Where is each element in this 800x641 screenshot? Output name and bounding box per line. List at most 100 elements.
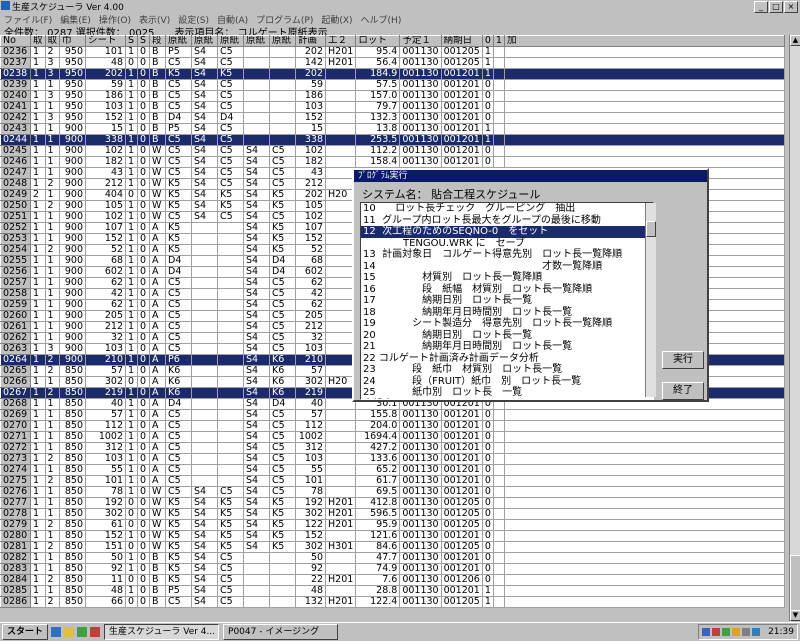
program-list-item[interactable]: 16 段 紙幅 材質別 ロット長一覧降順 <box>361 284 653 296</box>
exit-button[interactable]: 終了 <box>662 382 704 400</box>
menu-item[interactable]: ファイル(F) <box>0 12 56 26</box>
row-number: 0257 <box>0 277 31 289</box>
column-header[interactable]: No <box>0 35 31 47</box>
tray-icon[interactable] <box>722 628 731 636</box>
tray-icon[interactable] <box>742 628 751 636</box>
column-header[interactable]: S <box>137 35 151 47</box>
table-row[interactable]: 0242 1 3 950 152 1 0 B D4 S4 D4 152 132.3 001130 00120… <box>0 112 785 124</box>
program-list-item[interactable]: 10 ロット長チェック グルーピング 抽出 <box>361 203 653 215</box>
menu-item[interactable]: 設定(S) <box>174 12 213 26</box>
table-row[interactable]: 0241 1 1 950 103 1 0 B C5 S4 C5 103 79.7 001130 001201… <box>0 101 785 113</box>
column-header[interactable]: 原紙 <box>165 35 193 47</box>
table-row[interactable]: 0239 1 1 950 59 1 0 B C5 S4 C5 59 57.5 001130 001201 0 <box>0 79 785 91</box>
ie-icon[interactable] <box>51 627 62 637</box>
table-row[interactable]: 0271 1 1 850 1002 1 0 A C5 S4 C5 1002 1694.4 001130 00… <box>0 431 785 443</box>
table-row[interactable]: 0277 1 1 850 192 0 0 W K5 S4 K5 S4 K5 192 H201 412.8 001… <box>0 497 785 509</box>
table-row[interactable]: 0282 1 1 850 50 1 0 B K5 S4 C5 50 47.7 001130 001201 0 <box>0 552 785 564</box>
program-list-item[interactable]: 17 納期日別 ロット長一覧 <box>361 295 653 307</box>
column-header[interactable]: ロット <box>355 35 401 47</box>
table-row[interactable]: 0283 1 1 850 92 1 0 B K5 S4 C5 92 74.9 001130 001201 0 <box>0 563 785 575</box>
column-header[interactable]: 予定１ <box>399 35 442 47</box>
column-header[interactable]: シート <box>85 35 127 47</box>
program-list-item[interactable]: 11 グループ内ロット長最大をグループの最後に移動 <box>361 215 653 227</box>
program-list-scrollbar[interactable] <box>645 203 656 397</box>
desktop-icon[interactable] <box>77 627 88 637</box>
program-list-item[interactable]: 20 納期日別 ロット長一覧 <box>361 330 653 342</box>
program-list[interactable]: 10 ロット長チェック グルーピング 抽出 11 グループ内ロット長最大をグループ… <box>360 202 654 400</box>
table-row[interactable]: 0269 1 1 850 57 1 0 A C5 S4 C5 57 155.8 001130 001201 0 <box>0 409 785 421</box>
table-row[interactable]: 0273 1 2 850 103 1 0 A C5 S4 C5 103 133.6 001130 00120… <box>0 453 785 465</box>
task-scheduler[interactable]: 生産スケジューラ Ver 4... <box>104 624 220 640</box>
table-row[interactable]: 0272 1 1 850 312 1 0 A C5 S4 C5 312 427.2 001130 00120… <box>0 442 785 454</box>
tray-icon[interactable] <box>732 628 741 636</box>
column-header[interactable]: 原紙 <box>243 35 271 47</box>
table-row[interactable]: 0275 1 2 850 101 1 0 A C5 S4 C5 101 61.7 001130 001201… <box>0 475 785 487</box>
explorer-icon[interactable] <box>64 627 75 637</box>
table-row[interactable]: 0284 1 2 850 11 0 0 B K5 S4 C5 22 H201 7.6 001130 00120… <box>0 574 785 586</box>
menu-item[interactable]: ヘルプ(H) <box>357 12 406 26</box>
quicklaunch-icon[interactable] <box>90 627 101 637</box>
table-row[interactable]: 0279 1 2 850 61 0 0 W K5 S4 K5 S4 K5 122 H201 95.9 00113… <box>0 519 785 531</box>
column-header[interactable]: 0 <box>481 35 494 47</box>
table-row[interactable]: 0240 1 3 950 186 1 0 B C5 S4 C5 186 157.0 001130 00120… <box>0 90 785 102</box>
column-header[interactable]: 加 <box>503 35 785 47</box>
grid-scrollbar[interactable]: ▲ ▼ <box>789 35 800 635</box>
scroll-down-icon[interactable]: ▼ <box>790 610 800 621</box>
tray-icon[interactable] <box>752 628 761 636</box>
column-header[interactable]: 1 <box>492 35 505 47</box>
column-header[interactable]: 取 <box>44 35 61 47</box>
table-row[interactable]: 0270 1 1 850 112 1 0 A C5 S4 C5 112 204.0 001130 00120… <box>0 420 785 432</box>
program-list-item[interactable]: 21 納期年月日時間別 ロット長一覧 <box>361 341 653 353</box>
table-row[interactable]: 0243 1 1 900 15 1 0 B P5 S4 C5 15 13.8 001130 001201 1 <box>0 123 785 135</box>
start-button[interactable]: スタート <box>2 624 49 640</box>
table-row[interactable]: 0245 1 1 900 102 1 0 W C5 S4 C5 S4 C5 102 112.2 001130 0… <box>0 145 785 157</box>
column-header[interactable]: 原紙 <box>217 35 245 47</box>
program-list-item[interactable]: 13 計画対象日 コルゲート得意先別 ロット長一覧降順 <box>361 249 653 261</box>
menu-item[interactable]: 編集(E) <box>56 12 95 26</box>
task-imaging[interactable]: P0047 - イメージング <box>223 624 339 640</box>
table-row[interactable]: 0286 1 2 850 66 0 0 B C5 S4 C5 132 H201 122.4 001130 00… <box>0 596 785 608</box>
column-header[interactable]: 納期日 <box>440 35 483 47</box>
program-list-item[interactable]: TENGOU.WRK に セーブ <box>361 238 653 250</box>
column-header[interactable]: 段 <box>149 35 167 47</box>
program-list-item[interactable]: 22 コルゲート計画済み計画データ分析 <box>361 353 653 365</box>
table-cell: B <box>149 68 167 80</box>
column-header[interactable]: 計画 <box>295 35 327 47</box>
menu-item[interactable]: プログラム(P) <box>252 12 317 26</box>
table-row[interactable]: 0274 1 1 850 55 1 0 A C5 S4 C5 55 65.2 001130 001201 0 <box>0 464 785 476</box>
table-row[interactable]: 0285 1 1 850 48 1 0 B P5 S4 C5 48 28.8 001130 001201 1 <box>0 585 785 597</box>
table-row[interactable]: 0281 1 2 850 151 0 0 W K5 S4 K5 S4 K5 302 H301 84.6 0011… <box>0 541 785 553</box>
program-list-item[interactable]: 15 材質別 ロット長一覧降順 <box>361 272 653 284</box>
menu-item[interactable]: 操作(O) <box>95 12 135 26</box>
table-row[interactable]: 0237 1 3 950 48 0 0 B C5 S4 C5 142 H201 56.4 001130 001… <box>0 57 785 69</box>
table-row[interactable]: 0278 1 1 850 302 0 0 W K5 S4 K5 S4 K5 302 H201 596.5 001… <box>0 508 785 520</box>
table-row[interactable]: 0236 1 2 950 101 1 0 B P5 S4 C5 202 H201 95.4 001130 00… <box>0 46 785 58</box>
program-list-item[interactable]: 23 段 紙巾 材質別 ロット長一覧 <box>361 364 653 376</box>
program-list-item[interactable]: 19 シート製造分 得意先別 ロット長一覧降順 <box>361 318 653 330</box>
column-header[interactable]: 工２ <box>325 35 357 47</box>
column-header[interactable]: 巾 <box>59 35 87 47</box>
table-row[interactable]: 0238 1 3 950 202 1 0 B K5 S4 K5 202 184.9 001130 00120… <box>0 68 785 80</box>
tray-icon[interactable] <box>702 628 711 636</box>
program-list-item[interactable]: 14 才数一覧降順 <box>361 261 653 273</box>
tray-icon[interactable] <box>712 628 721 636</box>
table-row[interactable]: 0246 1 1 900 182 1 0 W C5 S4 C5 S4 C5 182 158.4 001130 0… <box>0 156 785 168</box>
program-list-item[interactable]: 18 納期年月日時間別 ロット長一覧 <box>361 307 653 319</box>
run-button[interactable]: 実行 <box>662 351 704 369</box>
menu-item[interactable]: 表示(V) <box>135 12 174 26</box>
column-header[interactable]: 原紙 <box>191 35 219 47</box>
program-list-item[interactable]: 未設定 30 <box>361 399 653 400</box>
program-list-item[interactable]: 24 段（FRUIT）紙巾 別 ロット長一覧 <box>361 376 653 388</box>
table-row[interactable]: 0280 1 1 850 152 1 0 W K5 S4 K5 S4 K5 152 121.6 001130 0… <box>0 530 785 542</box>
program-list-item[interactable]: 25 紙巾別 ロット長 一覧 <box>361 387 653 399</box>
menu-item[interactable]: 自動(A) <box>213 12 252 26</box>
table-row[interactable]: 0276 1 1 850 78 1 0 W C5 S4 C5 S4 C5 78 69.5 001130 0012… <box>0 486 785 498</box>
list-scroll-thumb[interactable] <box>646 221 656 237</box>
menu-item[interactable]: 起動(X) <box>317 12 356 26</box>
table-row[interactable]: 0244 1 1 900 338 1 0 B C5 S4 C5 338 253.5 001130 00120… <box>0 134 785 146</box>
program-list-item[interactable]: 12 次工程のためのSEQNO-0 をセット <box>361 226 653 238</box>
scroll-up-icon[interactable]: ▲ <box>790 35 800 46</box>
column-header[interactable]: S <box>125 35 139 47</box>
column-header[interactable]: 原紙 <box>269 35 297 47</box>
column-header[interactable]: 取 <box>30 35 46 47</box>
